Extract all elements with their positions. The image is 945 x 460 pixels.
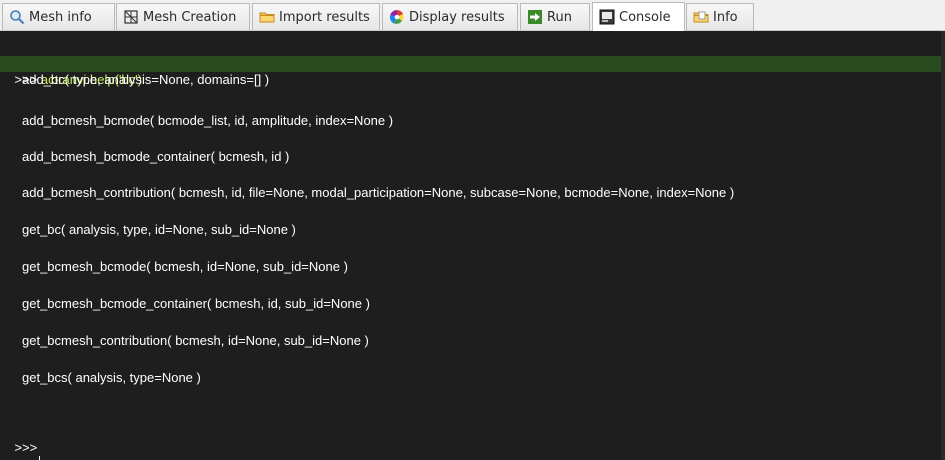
tab-run-label: Run <box>547 9 572 25</box>
function-signature: add_bcmesh_bcmode( bcmode_list, id, ampl… <box>22 113 394 128</box>
mesh-grid-icon <box>123 9 139 25</box>
console-right-edge <box>941 31 945 460</box>
tab-mesh-info-label: Mesh info <box>29 9 92 25</box>
text-cursor <box>39 456 41 460</box>
python-console[interactable]: >>> >>> actranvi.help('bc') add_bc( type… <box>0 31 945 460</box>
tab-info[interactable]: Info <box>686 3 754 30</box>
tab-mesh-info[interactable]: Mesh info <box>2 3 115 30</box>
prompt: >>> <box>14 456 37 460</box>
console-icon <box>599 9 615 25</box>
color-wheel-icon <box>389 9 405 25</box>
magnifier-icon <box>9 9 25 25</box>
run-arrow-icon <box>527 9 543 25</box>
tab-console-label: Console <box>619 9 671 25</box>
tab-info-label: Info <box>713 9 738 25</box>
tab-display-results-label: Display results <box>409 9 505 25</box>
tab-display-results[interactable]: Display results <box>382 3 518 30</box>
function-signature: get_bcs( analysis, type=None ) <box>22 370 201 385</box>
function-signature: get_bcmesh_contribution( bcmesh, id=None… <box>22 333 369 348</box>
console-prompt-line: >>> <box>0 40 37 71</box>
console-prompt-line: >>> <box>0 424 37 455</box>
folder-icon <box>259 9 275 25</box>
console-command-line: >>> actranvi.help('bc') <box>0 56 941 87</box>
function-signature: get_bcmesh_bcmode( bcmesh, id=None, sub_… <box>22 259 348 274</box>
function-signature: add_bc( type, analysis=None, domains=[] … <box>22 72 270 87</box>
tab-mesh-creation[interactable]: Mesh Creation <box>116 3 250 30</box>
function-signature: add_bcmesh_contribution( bcmesh, id, fil… <box>22 185 735 200</box>
tab-run[interactable]: Run <box>520 3 590 30</box>
tab-import-results[interactable]: Import results <box>252 3 380 30</box>
tab-console[interactable]: Console <box>592 2 685 31</box>
function-signature: get_bcmesh_bcmode_container( bcmesh, id,… <box>22 296 370 311</box>
tab-import-results-label: Import results <box>279 9 370 25</box>
tab-bar: Mesh info Mesh Creation Import results D… <box>0 0 945 31</box>
function-signature: add_bcmesh_bcmode_container( bcmesh, id … <box>22 149 290 164</box>
info-folder-icon <box>693 9 709 25</box>
console-input-line[interactable]: >>> <box>0 440 41 460</box>
tab-mesh-creation-label: Mesh Creation <box>143 9 237 25</box>
function-signature: get_bc( analysis, type, id=None, sub_id=… <box>22 222 296 237</box>
